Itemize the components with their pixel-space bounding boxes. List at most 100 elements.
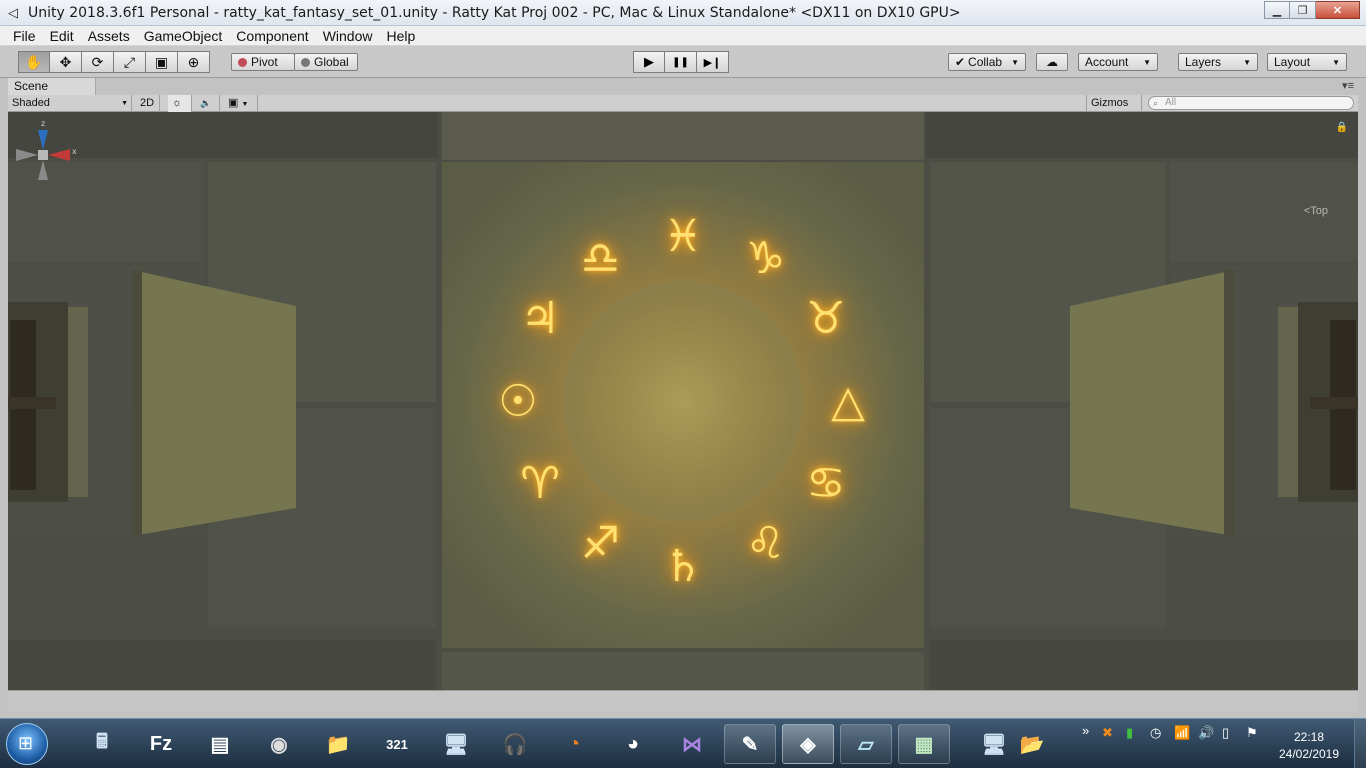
pivot-toggle[interactable]: Pivot xyxy=(231,53,295,71)
play-button[interactable]: ▶ xyxy=(633,51,665,73)
chevron-down-icon: ▼ xyxy=(1332,57,1340,67)
taskbar-paint-app-button[interactable]: ✎ xyxy=(724,724,776,764)
taskbar-remote-desktop-button[interactable]: 🖥 xyxy=(430,724,482,764)
menu-edit[interactable]: Edit xyxy=(43,26,81,46)
device-icon[interactable]: ▯ xyxy=(1222,725,1229,741)
speaker-icon: 🔈 xyxy=(200,98,212,108)
volume-icon[interactable]: 🔊 xyxy=(1198,725,1214,741)
android-app-icon: ▤ xyxy=(210,733,230,756)
cloud-icon: ☁ xyxy=(1046,55,1058,69)
scene-viewport[interactable]: ♓ ♑ ♉ △ ♋ ♌ ♄ ♐ ♈ ☉ ♃ ♎ z x 🔒 <Top xyxy=(8,112,1358,690)
account-dropdown[interactable]: Account ▼ xyxy=(1078,53,1158,71)
menu-window[interactable]: Window xyxy=(316,26,380,46)
shading-mode-dropdown[interactable]: Shaded ▼ xyxy=(8,95,132,112)
minimize-button[interactable]: ▁ xyxy=(1264,1,1290,19)
scale-tool-button[interactable]: ⤢ xyxy=(114,51,146,73)
network-icon[interactable]: 📶 xyxy=(1174,725,1190,741)
rune-glyph: △ xyxy=(831,375,865,427)
audio-app-icon: 🎧 xyxy=(502,733,528,756)
taskbar-visual-studio-button[interactable]: ⋈ xyxy=(666,724,718,764)
mode-2d-toggle[interactable]: 2D xyxy=(136,95,160,112)
sun-icon: ☼ xyxy=(172,97,183,109)
collab-dropdown[interactable]: ✔ Collab ▼ xyxy=(948,53,1026,71)
lighting-toggle[interactable]: ☼ xyxy=(168,95,192,112)
folder-icon: 📂 xyxy=(1019,733,1045,756)
hand-tool-button[interactable]: ✋ xyxy=(18,51,50,73)
taskbar-notes-app-button[interactable]: ▱ xyxy=(840,724,892,764)
layers-dropdown[interactable]: Layers ▼ xyxy=(1178,53,1258,71)
unity-logo-icon: ◁ xyxy=(8,4,18,20)
collab-check-icon: ✔ xyxy=(955,55,966,69)
menu-bar: File Edit Assets GameObject Component Wi… xyxy=(0,26,1366,46)
taskbar-file-explorer-button[interactable]: 📁 xyxy=(312,724,364,764)
search-placeholder: All xyxy=(1165,97,1177,108)
taskbar-video-editor-button[interactable]: 321 xyxy=(371,724,423,764)
chevron-down-icon: ▼ xyxy=(1243,57,1251,67)
global-toggle[interactable]: Global xyxy=(294,53,358,71)
menu-file[interactable]: File xyxy=(6,26,43,46)
view-orientation-label[interactable]: <Top xyxy=(1304,205,1328,217)
rotate-icon: ⟳ xyxy=(91,53,104,70)
rune-glyph: ♐ xyxy=(580,518,621,570)
taskbar-unity-button[interactable]: ◈ xyxy=(782,724,834,764)
taskbar-blender-button[interactable]: ◔ xyxy=(548,724,600,764)
rotate-tool-button[interactable]: ⟳ xyxy=(82,51,114,73)
move-tool-button[interactable]: ✥ xyxy=(50,51,82,73)
menu-help[interactable]: Help xyxy=(379,26,422,46)
taskbar-calculator-button[interactable]: 🖩 xyxy=(76,724,128,764)
gizmos-dropdown[interactable]: Gizmos ▼ xyxy=(1086,95,1142,125)
scene-search-input[interactable]: ⌕ All xyxy=(1148,96,1354,110)
tray-monitor-icon[interactable]: ▮ xyxy=(1126,725,1133,741)
orientation-gizmo[interactable]: z x xyxy=(8,112,78,207)
taskbar-filezilla-button[interactable]: Fz xyxy=(135,724,187,764)
file-explorer-icon: 📁 xyxy=(325,733,351,756)
taskbar-audio-app-button[interactable]: 🎧 xyxy=(489,724,541,764)
main-toolbar: ✋ ✥ ⟳ ⤢ ▣ ⊕ Pivot Global ▶ ❚❚ ▶❙ ✔ Colla… xyxy=(0,46,1366,78)
system-clock[interactable]: 22:18 24/02/2019 xyxy=(1278,729,1340,763)
step-button[interactable]: ▶❙ xyxy=(697,51,729,73)
taskbar-terminal-app-button[interactable]: ▦ xyxy=(898,724,950,764)
pivot-label: Pivot xyxy=(251,55,278,69)
transform-icon: ⊕ xyxy=(187,53,200,70)
tab-menu-icon[interactable]: ▾≡ xyxy=(1342,79,1354,92)
show-desktop-button[interactable] xyxy=(1354,719,1366,768)
menu-component[interactable]: Component xyxy=(229,26,315,46)
pause-icon: ❚❚ xyxy=(672,56,689,68)
window-title-bar: ◁ Unity 2018.3.6f1 Personal - ratty_kat_… xyxy=(0,0,1366,26)
remote-desktop-icon: 🖥 xyxy=(443,733,469,756)
rune-glyph: ☉ xyxy=(498,375,538,427)
pause-button[interactable]: ❚❚ xyxy=(665,51,697,73)
rune-glyph: ♌ xyxy=(745,518,786,570)
start-button[interactable]: ⊞ xyxy=(6,723,48,765)
step-icon: ▶❙ xyxy=(703,56,722,69)
rune-glyph: ♋ xyxy=(806,458,846,509)
cloud-button[interactable]: ☁ xyxy=(1036,53,1068,71)
audio-toggle[interactable]: 🔈 xyxy=(196,95,220,112)
rect-icon: ▣ xyxy=(154,53,169,70)
gizmos-label: Gizmos xyxy=(1091,97,1129,109)
tab-scene[interactable]: Scene xyxy=(8,78,96,95)
taskbar-media-app-button[interactable]: ◉ xyxy=(253,724,305,764)
scene-toolbar: Shaded ▼ 2D ☼ 🔈 ▣ ▼ Gizmos ▼ ⌕ All xyxy=(8,95,1358,125)
tray-expand-icon[interactable]: » xyxy=(1082,723,1089,738)
tray-app-icon[interactable]: ✖ xyxy=(1102,725,1113,741)
layout-dropdown[interactable]: Layout ▼ xyxy=(1267,53,1347,71)
taskbar-chrome-button[interactable]: ◕ xyxy=(607,724,659,764)
menu-assets[interactable]: Assets xyxy=(81,26,137,46)
close-button[interactable]: ✕ xyxy=(1316,1,1360,19)
flag-icon[interactable]: ⚑ xyxy=(1246,725,1258,741)
lock-icon[interactable]: 🔒 xyxy=(1336,122,1348,133)
menu-gameobject[interactable]: GameObject xyxy=(137,26,230,46)
window-controls: ▁ ❐ ✕ xyxy=(1264,1,1360,19)
scale-icon: ⤢ xyxy=(123,53,136,70)
computer-icon: 🖥 xyxy=(981,733,1007,756)
restore-button[interactable]: ❐ xyxy=(1290,1,1316,19)
taskbar-android-app-button[interactable]: ▤ xyxy=(194,724,246,764)
transform-tool-button[interactable]: ⊕ xyxy=(178,51,210,73)
effects-dropdown[interactable]: ▣ ▼ xyxy=(224,95,258,112)
transform-tools: ✋ ✥ ⟳ ⤢ ▣ ⊕ xyxy=(18,51,210,73)
taskbar-folder-button[interactable]: 📂 xyxy=(1006,724,1058,764)
move-icon: ✥ xyxy=(59,53,72,70)
tray-clock-icon[interactable]: ◷ xyxy=(1150,725,1161,741)
rect-tool-button[interactable]: ▣ xyxy=(146,51,178,73)
